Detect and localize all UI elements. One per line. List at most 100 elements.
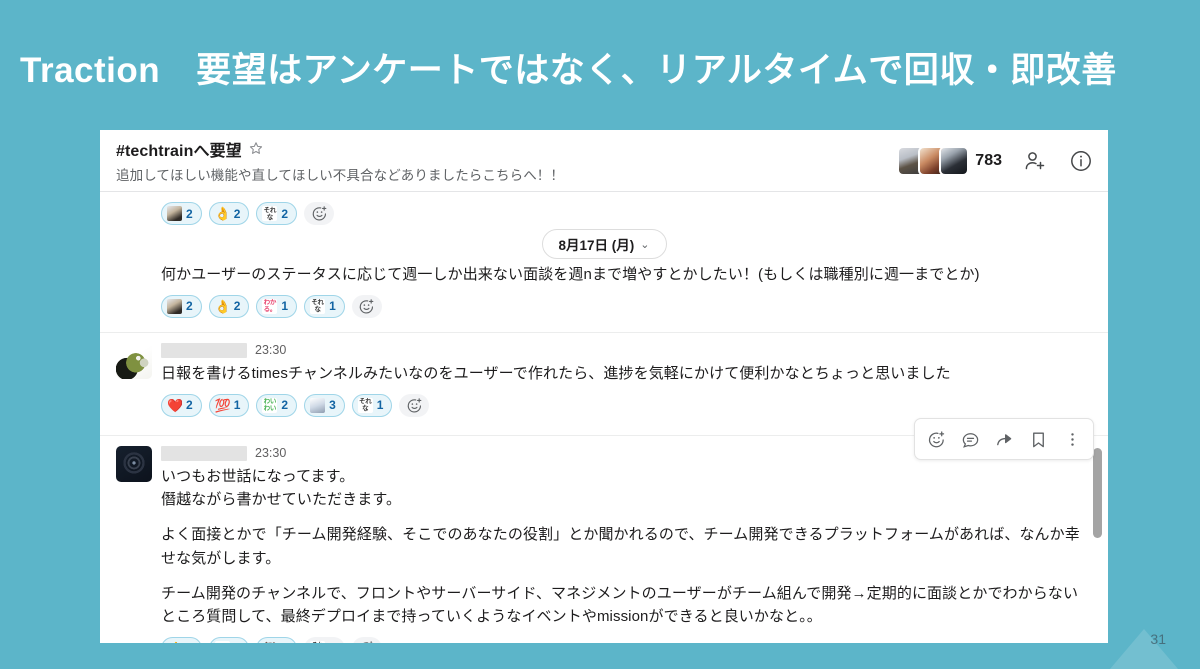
member-count[interactable]: 783 [975,152,1002,170]
reaction-chip[interactable]: それな 1 [351,393,393,417]
add-reaction-button[interactable] [351,637,382,643]
author-name-redacted[interactable] [161,342,247,358]
sorena-emoji: それな [310,298,326,314]
add-reaction-button[interactable] [399,393,430,417]
reaction-count: 2 [186,398,193,413]
reaction-count: 1 [376,398,384,413]
reaction-row: 👍 2 🎋 2 🦉 2 それな 1 [161,628,1080,643]
reaction-count: 2 [234,642,241,643]
reaction-count: 2 [281,398,289,413]
triangle-watermark [1110,629,1178,669]
channel-header-left: #techtrainへ要望 追加してほしい機能や直してほしい不具合などありました… [116,137,564,184]
channel-header-right: 783 [899,147,1094,174]
reaction-chip[interactable]: わい わい 2 [256,393,298,417]
message-timestamp[interactable]: 23:30 [255,446,286,460]
reaction-chip[interactable]: 👍 2 [161,637,202,643]
sorena-emoji: それな [357,397,373,413]
slide-title-jp: 要望はアンケートではなく、リアルタイムで回収・即改善 [196,51,1117,90]
reaction-count: 2 [186,206,193,221]
reaction-count: 2 [233,299,241,313]
message-item: 23:30 いつもお世話になってます。 僭越ながら書かせていただきます。 よく面… [100,434,1108,643]
owl-emoji: 🦉 [262,641,277,643]
channel-topic[interactable]: 追加してほしい機能や直してほしい不具合などありましたらこちらへ！！ [116,164,564,184]
reaction-row: 2 👌 2 わか る。 1 それな 1 [100,287,1108,318]
sorena-emoji: それな [310,641,326,643]
reaction-row: 2 👌 2 それな 2 [100,192,1108,225]
custom-face-emoji [167,206,182,221]
reaction-count: 2 [186,642,193,643]
custom-face-emoji [167,298,182,314]
message-paragraph: 日報を書けるtimesチャンネルみたいなのをユーザーで作れたら、進捗を気軽にかけ… [161,364,951,382]
hundred-points-emoji: 💯 [214,397,230,413]
tanabata-tree-emoji: 🎋 [214,641,230,643]
page-number: 31 [1150,631,1166,647]
thumbs-up-emoji: 👍 [167,641,182,643]
reaction-chip[interactable]: 👌 2 [208,294,250,318]
reaction-count: 2 [186,299,193,313]
author-name-redacted[interactable] [161,445,247,461]
wakaru-emoji: わか る。 [262,298,278,314]
reaction-chip[interactable]: 💯 1 [208,393,250,417]
reaction-count: 1 [281,299,289,313]
message-paragraph: よく面接とかで「チーム開発経験、そこでのあなたの役割」とか聞かれるので、チーム開… [161,526,1080,567]
channel-name[interactable]: #techtrainへ要望 [116,137,242,161]
message-text: 日報を書けるtimesチャンネルみたいなのをユーザーで作れたら、進捗を気軽にかけ… [161,362,1080,385]
message-header: 23:30 [161,341,1080,360]
add-reaction-icon[interactable] [921,424,951,454]
ok-hand-emoji: 👌 [214,298,230,314]
add-reaction-button[interactable] [304,202,335,225]
slide-title-en: Traction [20,51,161,90]
reaction-chip[interactable]: 🎋 2 [208,637,250,643]
reaction-chip[interactable]: 3 [304,393,345,417]
message-paragraph: いつもお世話になってます。 [161,467,355,485]
reply-in-thread-icon[interactable] [955,424,985,454]
reaction-count: 2 [281,642,288,643]
date-divider: 8月17日 (月) ⌄ [100,227,1108,261]
reaction-count: 2 [233,206,241,221]
spiral-avatar[interactable] [116,445,152,482]
message-paragraph: 僭越ながら書かせていただきます。 [161,491,402,508]
channel-title-row[interactable]: #techtrainへ要望 [116,137,564,161]
reaction-chip[interactable]: 👌 2 [208,202,250,225]
heart-emoji: ❤️ [167,397,182,413]
slide-title: Traction 要望はアンケートではなく、リアルタイムで回収・即改善 [20,42,1117,93]
reaction-count: 1 [233,398,241,413]
reaction-row: ❤️ 2 💯 1 わい わい 2 3 それな 1 [161,385,1080,417]
message-text: いつもお世話になってます。 僭越ながら書かせていただきます。 よく面接とかで「チ… [161,465,1080,629]
reaction-chip[interactable]: それな 1 [304,637,345,643]
parrot-avatar[interactable] [116,342,152,379]
reaction-chip[interactable]: ❤️ 2 [161,393,202,417]
message-hover-toolbar [914,418,1094,460]
waiwai-emoji: わい わい [262,397,278,413]
save-message-icon[interactable] [1023,424,1053,454]
ok-hand-emoji: 👌 [214,206,230,221]
message-item: 23:30 日報を書けるtimesチャンネルみたいなのをユーザーで作れたら、進捗… [100,331,1108,423]
add-reaction-button[interactable] [351,294,382,318]
reaction-count: 1 [329,299,336,313]
channel-header: #techtrainへ要望 追加してほしい機能や直してほしい不具合などありました… [100,130,1108,192]
reaction-chip[interactable]: 2 [161,202,202,225]
slack-screenshot: #techtrainへ要望 追加してほしい機能や直してほしい不具合などありました… [100,130,1108,643]
chevron-down-icon: ⌄ [640,238,650,251]
message-text: 何かユーザーのステータスに応じて週一しか出来ない面談を週nまで増やすとかしたい！… [161,266,980,283]
reaction-chip[interactable]: 🦉 2 [256,637,298,643]
member-facepile[interactable]: 783 [899,147,1002,174]
reaction-chip[interactable]: それな 2 [256,202,298,225]
sorena-emoji: それな [262,206,278,221]
reaction-count: 2 [281,206,289,221]
date-label: 8月17日 (月) [558,238,635,253]
reaction-chip[interactable]: わか る。 1 [256,294,298,318]
message-timestamp[interactable]: 23:30 [255,343,286,357]
info-icon[interactable] [1068,148,1094,174]
reaction-chip[interactable]: 2 [161,294,202,318]
party-emoji [310,397,326,413]
star-icon[interactable] [249,141,263,157]
vertical-scrollbar[interactable] [1093,448,1102,538]
reaction-chip[interactable]: それな 1 [304,294,345,318]
message-paragraph: チーム開発のチャンネルで、フロントやサーバーサイド、マネジメントのユーザーがチー… [161,584,1079,625]
more-actions-icon[interactable] [1057,424,1087,454]
avatar [941,147,968,174]
date-pill[interactable]: 8月17日 (月) ⌄ [541,229,667,259]
share-message-icon[interactable] [989,424,1019,454]
add-person-icon[interactable] [1022,148,1048,174]
